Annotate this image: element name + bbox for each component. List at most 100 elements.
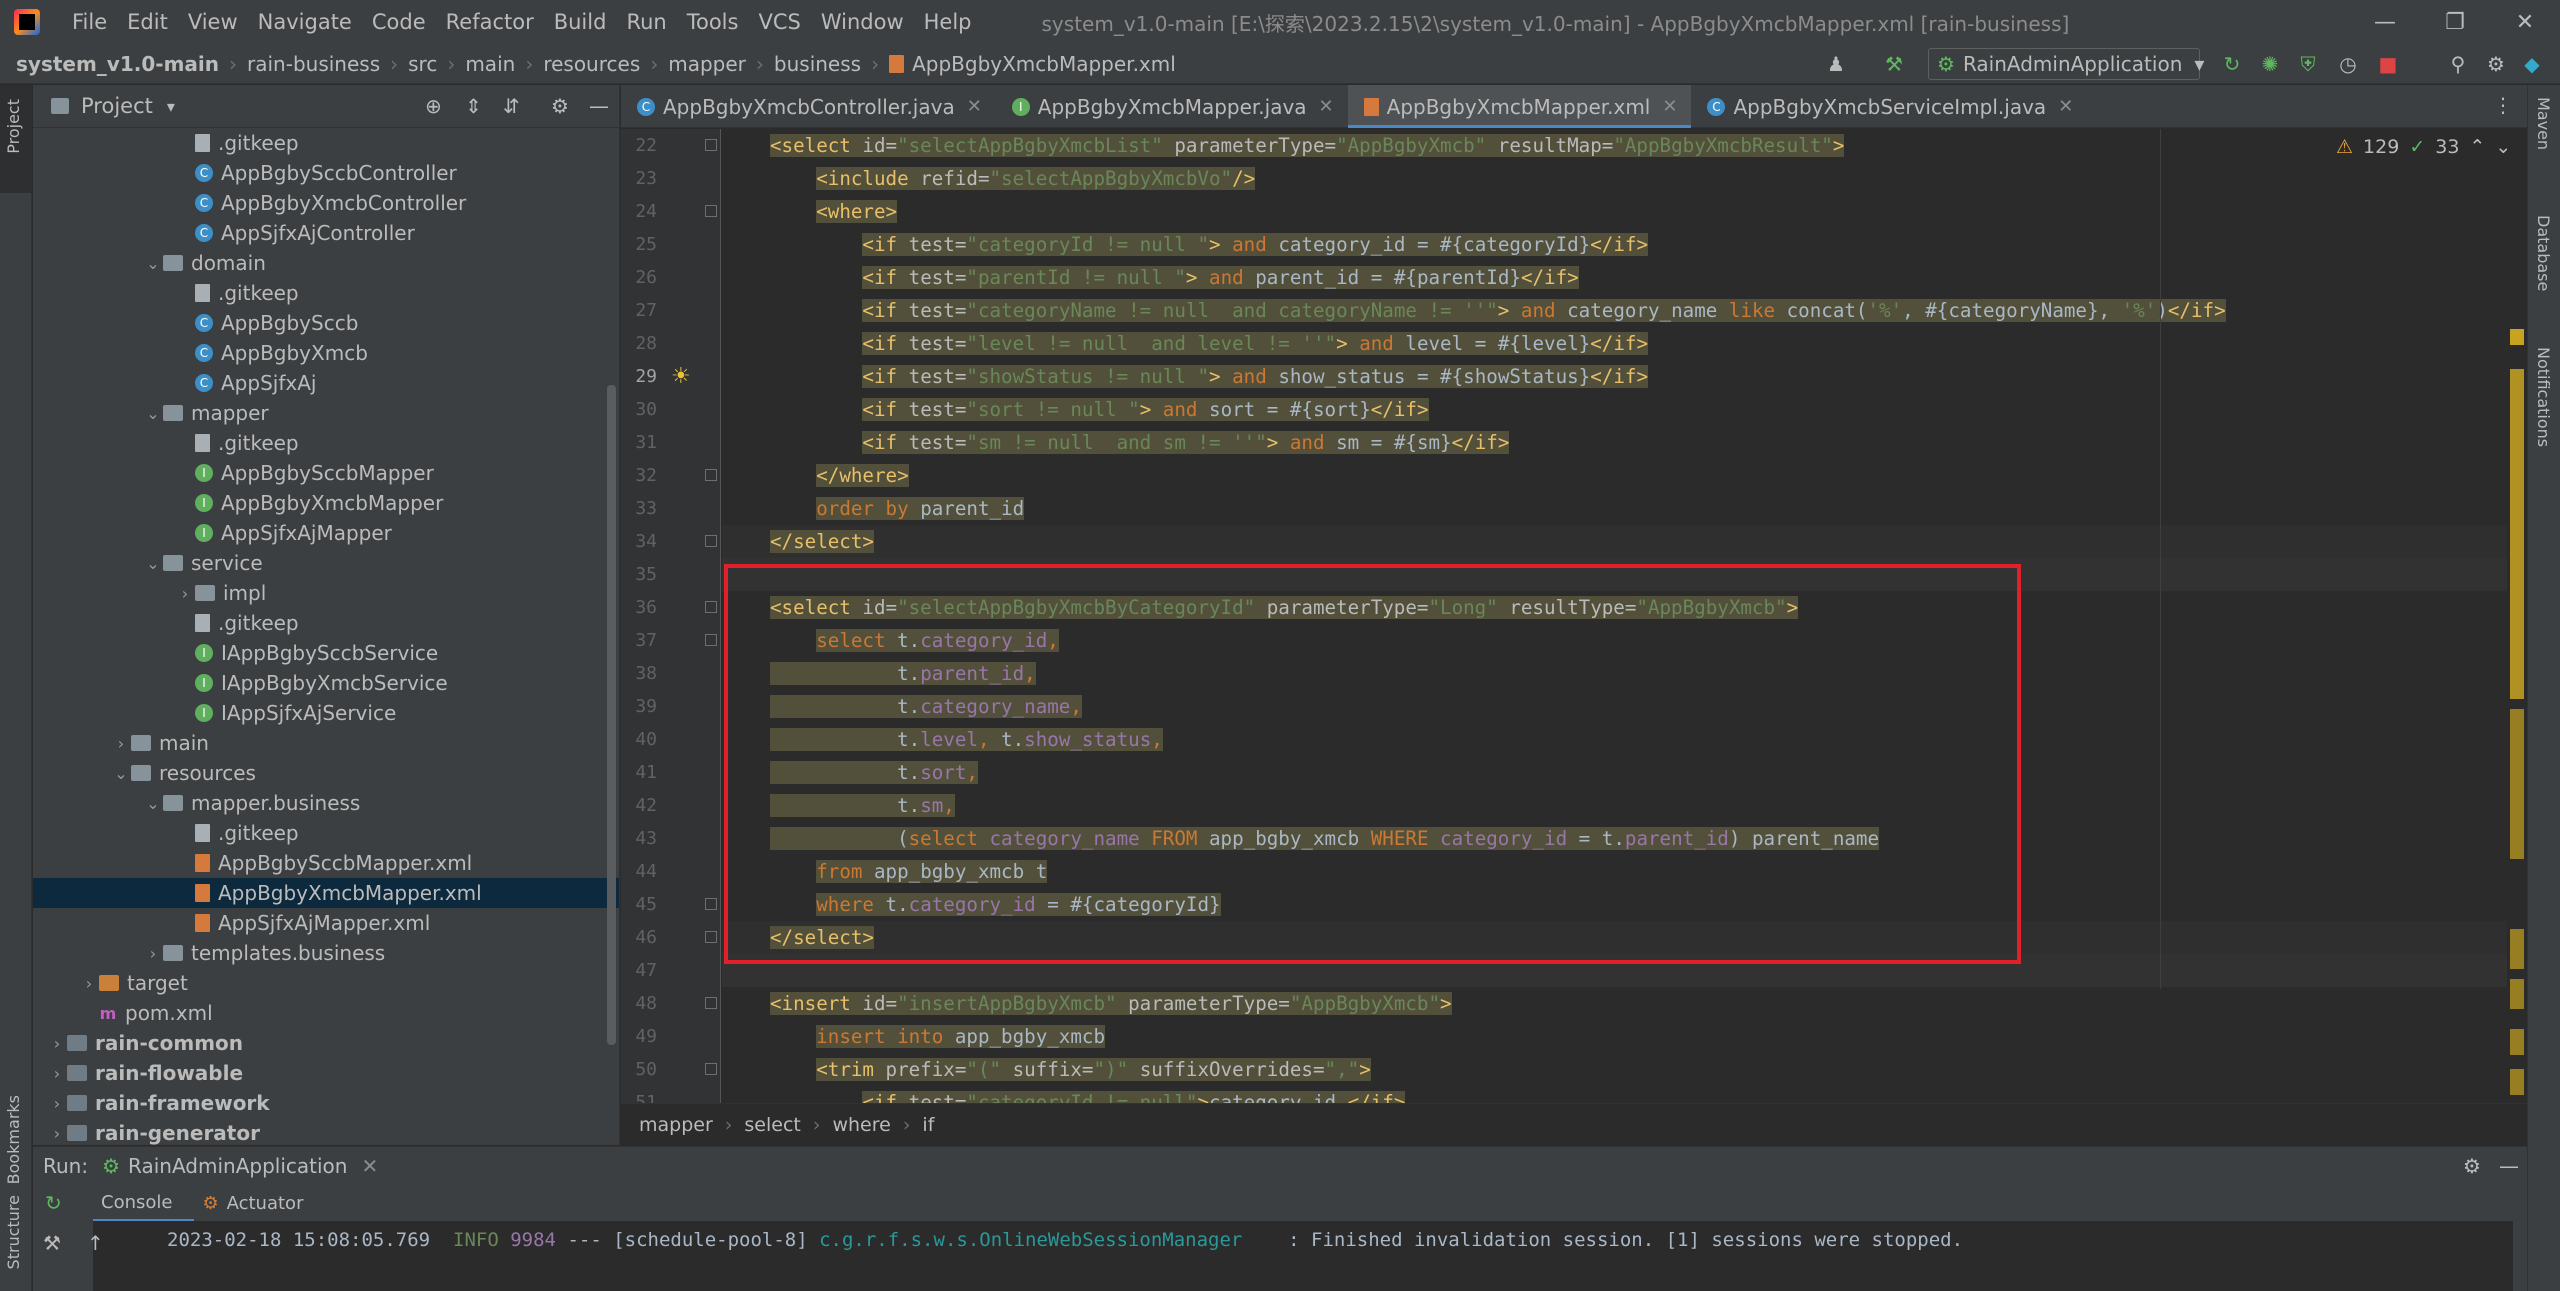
wrench-icon[interactable]: ⚒ <box>43 1231 61 1255</box>
jetbrains-toolbox-icon[interactable]: ◆ <box>2518 50 2546 78</box>
project-scrollbar[interactable] <box>607 385 616 1045</box>
breadcrumb-item[interactable]: rain-business › <box>247 52 408 76</box>
error-stripe[interactable] <box>2507 129 2525 1103</box>
actuator-tab[interactable]: Actuator <box>227 1193 304 1214</box>
chevron-right-icon[interactable]: › <box>143 944 163 963</box>
menu-navigate[interactable]: Navigate <box>248 10 362 34</box>
close-window-icon[interactable]: ✕ <box>2490 0 2560 44</box>
notifications-tool-tab[interactable]: Notifications <box>2534 347 2553 447</box>
chevron-right-icon[interactable]: › <box>47 1094 67 1113</box>
tree-item[interactable]: I AppBgbySccbMapper <box>33 458 619 488</box>
chevron-right-icon[interactable]: › <box>111 734 131 753</box>
menu-refactor[interactable]: Refactor <box>436 10 544 34</box>
menu-window[interactable]: Window <box>811 10 914 34</box>
close-tab-icon[interactable]: ✕ <box>1662 96 1677 117</box>
tree-item[interactable]: ⌄ domain <box>33 248 619 278</box>
more-icon[interactable]: ⋮ <box>2493 93 2513 117</box>
inspection-widget[interactable]: ⚠ 129 ✓ 33 ⌃ ⌄ <box>2330 132 2518 162</box>
collapse-all-icon[interactable]: ⇵ <box>503 94 520 118</box>
breadcrumb-item[interactable]: src › <box>408 52 465 76</box>
chevron-right-icon[interactable]: › <box>47 1064 67 1083</box>
close-tab-icon[interactable]: ✕ <box>2058 96 2073 117</box>
menu-run[interactable]: Run <box>616 10 676 34</box>
editor-tab[interactable]: AppBgbyXmcbMapper.xml ✕ <box>1347 85 1692 128</box>
fold-marker-icon[interactable] <box>705 469 717 481</box>
tree-item[interactable]: .gitkeep <box>33 128 619 158</box>
fold-marker-icon[interactable] <box>705 997 717 1009</box>
lightbulb-icon[interactable]: ☀ <box>671 364 691 389</box>
debug-icon[interactable]: ✺ <box>2256 50 2284 78</box>
chevron-down-icon[interactable]: ⌄ <box>111 764 131 783</box>
fold-marker-icon[interactable] <box>705 139 717 151</box>
coverage-icon[interactable]: ⛨ <box>2294 50 2322 78</box>
run-configuration-select[interactable]: ⚙ RainAdminApplication ▾ <box>1928 48 2204 80</box>
close-tab-icon[interactable]: ✕ <box>967 96 982 117</box>
chevron-down-icon[interactable]: ⌄ <box>143 254 163 273</box>
tree-item[interactable]: C AppSjfxAj <box>33 368 619 398</box>
user-icon[interactable]: ♟ <box>1822 50 1850 78</box>
editor-breadcrumb-item[interactable]: where <box>832 1114 890 1136</box>
search-icon[interactable]: ⚲ <box>2444 50 2472 78</box>
fold-marker-icon[interactable] <box>705 205 717 217</box>
editor-tab[interactable]: C AppBgbyXmcbServiceImpl.java ✕ <box>1691 85 2087 128</box>
tree-item[interactable]: › impl <box>33 578 619 608</box>
breadcrumb-item[interactable]: mapper › <box>668 52 774 76</box>
console-output[interactable]: 2023-02-18 15:08:05.769 INFO 9984 --- [s… <box>93 1221 2513 1291</box>
menu-build[interactable]: Build <box>544 10 617 34</box>
expand-all-icon[interactable]: ⇕ <box>465 94 482 118</box>
menu-view[interactable]: View <box>178 10 248 34</box>
tree-item[interactable]: › rain-generator <box>33 1118 619 1145</box>
build-hammer-icon[interactable]: ⚒ <box>1880 50 1908 78</box>
tree-item[interactable]: .gitkeep <box>33 428 619 458</box>
tree-item[interactable]: › rain-flowable <box>33 1058 619 1088</box>
tree-item[interactable]: .gitkeep <box>33 818 619 848</box>
tree-item[interactable]: › templates.business <box>33 938 619 968</box>
tree-item[interactable]: I AppBgbyXmcbMapper <box>33 488 619 518</box>
chevron-up-icon[interactable]: ⌃ <box>2469 136 2485 158</box>
tree-item[interactable]: C AppBgbySccbController <box>33 158 619 188</box>
scroll-up-icon[interactable]: ↑ <box>87 1231 104 1255</box>
menu-vcs[interactable]: VCS <box>748 10 810 34</box>
tree-item[interactable]: AppBgbyXmcbMapper.xml <box>33 878 619 908</box>
close-tab-icon[interactable]: ✕ <box>1319 96 1334 117</box>
tree-item[interactable]: ⌄ resources <box>33 758 619 788</box>
profile-icon[interactable]: ◷ <box>2334 50 2362 78</box>
tree-item[interactable]: C AppBgbyXmcb <box>33 338 619 368</box>
close-tab-icon[interactable]: ✕ <box>361 1154 378 1178</box>
database-tool-tab[interactable]: Database <box>2534 215 2553 291</box>
gear-icon[interactable]: ⚙ <box>2463 1154 2481 1178</box>
stop-icon[interactable]: ■ <box>2374 50 2402 78</box>
tree-item[interactable]: C AppSjfxAjController <box>33 218 619 248</box>
chevron-down-icon[interactable]: ▾ <box>167 97 175 116</box>
gear-icon[interactable]: ⚙ <box>2482 50 2510 78</box>
editor-tab[interactable]: C AppBgbyXmcbController.java ✕ <box>621 85 996 128</box>
editor-breadcrumb-item[interactable]: mapper <box>639 1114 713 1136</box>
tree-item[interactable]: C AppBgbySccb <box>33 308 619 338</box>
chevron-down-icon[interactable]: ⌄ <box>143 404 163 423</box>
editor-breadcrumb-item[interactable]: if <box>922 1114 934 1136</box>
tree-item[interactable]: › target <box>33 968 619 998</box>
chevron-right-icon[interactable]: › <box>47 1034 67 1053</box>
chevron-down-icon[interactable]: ⌄ <box>143 794 163 813</box>
fold-marker-icon[interactable] <box>705 535 717 547</box>
hide-panel-icon[interactable]: — <box>2499 1154 2519 1178</box>
menu-tools[interactable]: Tools <box>677 10 749 34</box>
menu-help[interactable]: Help <box>914 10 982 34</box>
breadcrumb-item[interactable]: main › <box>465 52 543 76</box>
rerun-icon[interactable]: ↻ <box>2218 50 2246 78</box>
tree-item[interactable]: ⌄ service <box>33 548 619 578</box>
gear-icon[interactable]: ⚙ <box>551 94 569 118</box>
maven-tool-tab[interactable]: Maven <box>2534 97 2553 150</box>
minimize-icon[interactable]: — <box>2350 0 2420 44</box>
locate-icon[interactable]: ⊕ <box>425 94 442 118</box>
editor-tab[interactable]: I AppBgbyXmcbMapper.java ✕ <box>996 85 1348 128</box>
hide-panel-icon[interactable]: — <box>589 94 609 118</box>
breadcrumb-item[interactable]: system_v1.0-main › <box>16 52 247 76</box>
tree-item[interactable]: I IAppBgbySccbService <box>33 638 619 668</box>
bookmarks-tool-tab[interactable]: Bookmarks <box>4 1095 23 1184</box>
breadcrumb-item[interactable]: AppBgbyXmcbMapper.xml <box>889 52 1176 76</box>
tree-item[interactable]: m pom.xml <box>33 998 619 1028</box>
run-config-tab[interactable]: RainAdminApplication <box>128 1154 347 1178</box>
tree-item[interactable]: C AppBgbyXmcbController <box>33 188 619 218</box>
tree-item[interactable]: I IAppSjfxAjService <box>33 698 619 728</box>
